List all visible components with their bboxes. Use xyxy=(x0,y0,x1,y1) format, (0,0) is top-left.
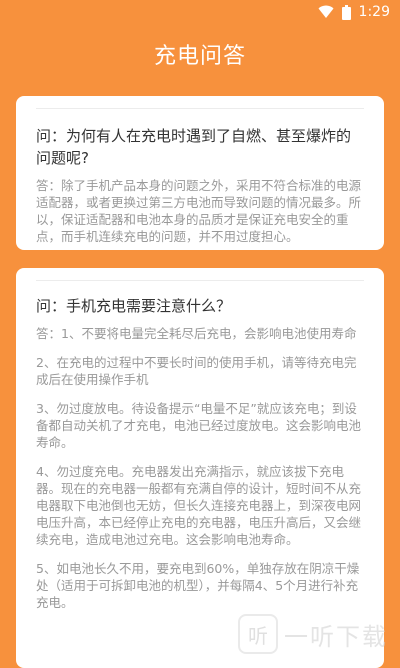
divider xyxy=(36,108,364,109)
wifi-icon xyxy=(318,5,334,19)
status-icons: 1:29 xyxy=(318,4,390,20)
answer-text: 2、在充电的过程中不要长时间的使用手机，请等待充电完成后在使用操作手机 xyxy=(36,355,357,387)
question-text: 问：手机充电需要注意什么？ xyxy=(36,297,232,315)
page-title: 充电问答 xyxy=(153,44,246,69)
watermark-logo: 听 xyxy=(238,614,278,654)
watermark-text: 一听下载 xyxy=(284,622,388,651)
battery-icon xyxy=(341,4,351,20)
answer-text: 答：除了手机产品本身的问题之外，采用不符合标准的电源适配器，或者更换过第三方电池… xyxy=(36,178,362,244)
watermark: 听 一听下载 xyxy=(238,614,388,654)
question-text: 问：为何有人在充电时遇到了自燃、甚至爆炸的问题呢? xyxy=(36,127,352,167)
answer-text: 4、勿过度充电。充电器发出充满指示，就应该拔下充电器。现在的充电器一般都有充满自… xyxy=(36,464,362,547)
qa-card: 问：为何有人在充电时遇到了自燃、甚至爆炸的问题呢? 答：除了手机产品本身的问题之… xyxy=(16,96,384,250)
answer-text: 3、勿过度放电。待设备提示“电量不足”就应该充电；到设备都自动关机了才充电，电池… xyxy=(36,401,362,450)
status-bar: 1:29 xyxy=(0,0,400,26)
divider xyxy=(36,280,364,281)
answer-text: 5、如电池长久不用，要充电到60%，单独存放在阴凉干燥处（适用于可拆卸电池的机型… xyxy=(36,561,360,610)
status-time: 1:29 xyxy=(358,4,390,20)
qa-card: 问：手机充电需要注意什么？ 答：1、不要将电量完全耗尽后充电，会影响电池使用寿命… xyxy=(16,268,384,668)
answer-text: 答：1、不要将电量完全耗尽后充电，会影响电池使用寿命 xyxy=(36,326,357,341)
